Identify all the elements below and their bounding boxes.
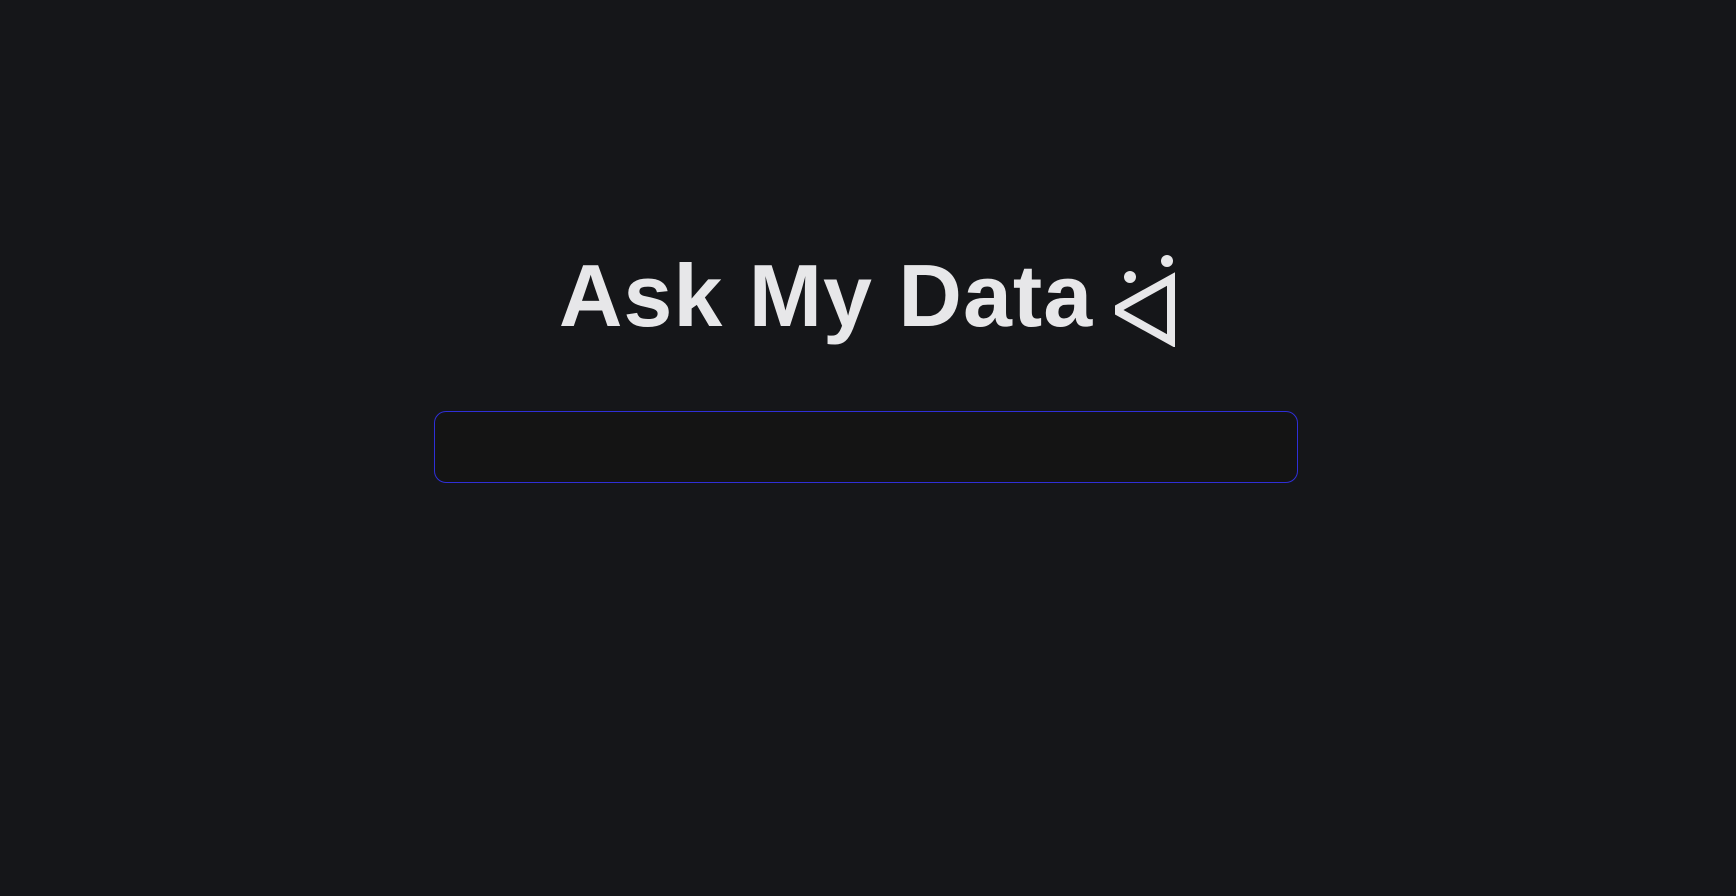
search-input[interactable] <box>434 411 1298 483</box>
page: Ask My Data <box>0 0 1736 896</box>
ai-spark-logo-icon <box>1115 255 1176 347</box>
search-bar <box>434 411 1298 483</box>
app-title: Ask My Data <box>558 246 1094 345</box>
app-title-group: Ask My Data <box>558 246 1177 347</box>
hero: Ask My Data <box>0 246 1736 347</box>
